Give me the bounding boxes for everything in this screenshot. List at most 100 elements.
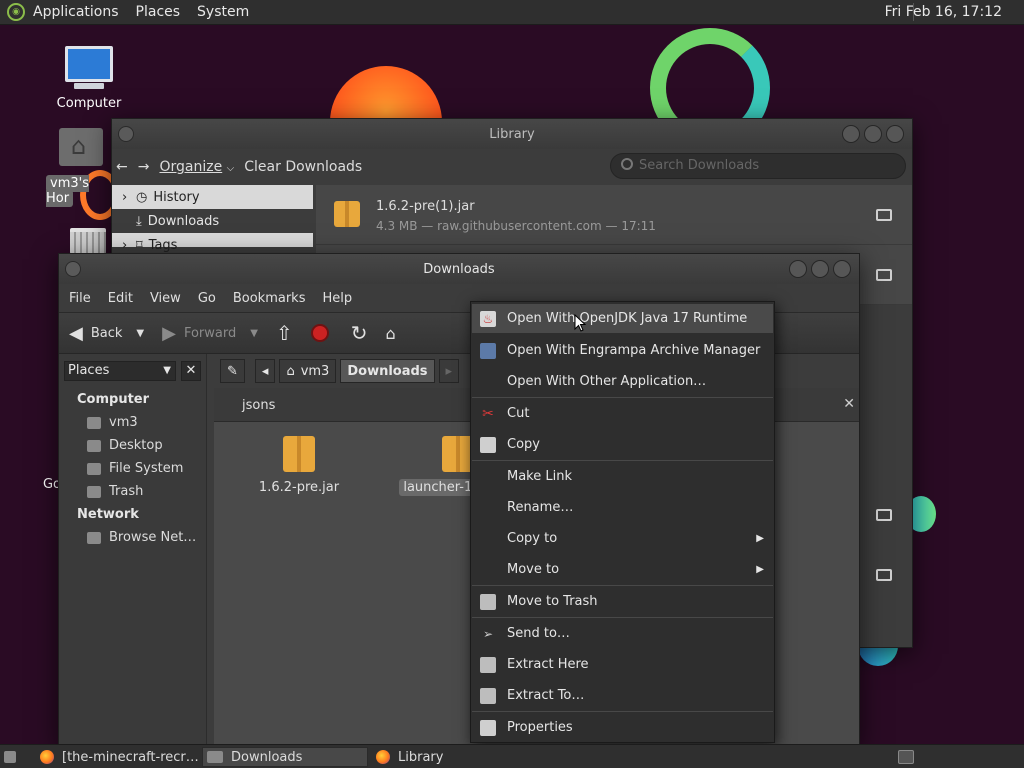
- menu-item-cut[interactable]: ✂ Cut: [472, 399, 773, 428]
- place-item-desktop[interactable]: Desktop: [87, 438, 163, 453]
- open-folder-icon[interactable]: [876, 209, 892, 221]
- close-button[interactable]: [833, 260, 851, 278]
- menu-item-rename[interactable]: Rename…: [472, 493, 773, 522]
- menu-separator: [472, 460, 773, 461]
- edit-location-icon[interactable]: ✎: [220, 359, 245, 383]
- open-folder-icon[interactable]: [876, 509, 892, 521]
- sidebar-type-select[interactable]: Places ▼: [64, 361, 176, 381]
- place-item-vm3[interactable]: vm3: [87, 415, 138, 430]
- search-downloads-input[interactable]: Search Downloads: [610, 153, 906, 179]
- taskbar-item-downloads[interactable]: Downloads: [202, 747, 368, 767]
- menu-item-open-with-other[interactable]: Open With Other Application…: [472, 367, 773, 396]
- system-menu[interactable]: System: [197, 4, 249, 20]
- places-menu[interactable]: Places: [136, 4, 181, 20]
- sidebar-item-label: History: [153, 189, 200, 205]
- organize-button[interactable]: Organize ⌵: [159, 159, 234, 175]
- menu-item-copy[interactable]: Copy: [472, 430, 773, 459]
- show-desktop-icon: [4, 751, 16, 763]
- menu-view[interactable]: View: [150, 291, 181, 306]
- jar-package-icon: [334, 201, 360, 227]
- window-menu-icon[interactable]: [118, 126, 134, 142]
- applications-menu[interactable]: Applications: [33, 4, 119, 20]
- download-meta: 4.3 MB — raw.githubusercontent.com — 17:…: [376, 219, 656, 233]
- home-icon[interactable]: ⌂: [385, 324, 395, 343]
- workspace-switcher[interactable]: [894, 747, 922, 767]
- path-crumb-vm3[interactable]: ⌂ vm3: [279, 359, 337, 383]
- menu-item-open-with-java[interactable]: ♨ Open With OpenJDK Java 17 Runtime: [472, 304, 773, 333]
- up-arrow-icon[interactable]: ⇧: [276, 321, 293, 345]
- menu-item-label: Open With Other Application…: [507, 374, 707, 389]
- properties-icon: [480, 719, 496, 736]
- menu-item-send-to[interactable]: ➢ Send to…: [472, 619, 773, 648]
- menu-item-label: Properties: [507, 720, 573, 735]
- chevron-down-icon[interactable]: ▼: [250, 328, 258, 339]
- minimize-button[interactable]: [842, 125, 860, 143]
- menu-edit[interactable]: Edit: [108, 291, 133, 306]
- menu-item-label: Copy to: [507, 531, 558, 546]
- stop-icon[interactable]: [310, 324, 329, 342]
- download-row[interactable]: 1.6.2-pre(1).jar 4.3 MB — raw.githubuser…: [316, 185, 912, 245]
- place-item-browse-network[interactable]: Browse Net…: [87, 530, 196, 545]
- clock[interactable]: Fri Feb 16, 17:12: [885, 4, 1002, 20]
- back-arrow-icon[interactable]: ←: [116, 159, 128, 175]
- menu-file[interactable]: File: [69, 291, 91, 306]
- show-desktop-button[interactable]: [2, 747, 24, 767]
- desktop-icon-home[interactable]: vm3's Hor: [46, 128, 116, 207]
- menu-bookmarks[interactable]: Bookmarks: [233, 291, 306, 306]
- menu-item-extract-to[interactable]: Extract To…: [472, 681, 773, 710]
- chevron-down-icon[interactable]: ▼: [136, 328, 144, 339]
- maximize-button[interactable]: [811, 260, 829, 278]
- place-item-trash[interactable]: Trash: [87, 484, 143, 499]
- search-icon: [621, 158, 633, 170]
- copy-icon: [480, 436, 496, 453]
- library-titlebar[interactable]: Library: [112, 119, 912, 149]
- desktop-folder-icon: [87, 439, 101, 452]
- menu-item-label: Open With Engrampa Archive Manager: [507, 343, 761, 358]
- path-crumb-downloads[interactable]: Downloads: [340, 359, 435, 383]
- chevron-right-icon[interactable]: ▸: [438, 359, 460, 383]
- menu-item-open-with-engrampa[interactable]: Open With Engrampa Archive Manager: [472, 336, 773, 365]
- drive-icon: [87, 462, 101, 475]
- forward-arrow-icon[interactable]: →: [138, 159, 150, 175]
- menu-item-move-to[interactable]: Move to ▶: [472, 555, 773, 584]
- window-menu-icon[interactable]: [65, 261, 81, 277]
- home-folder-icon: [87, 416, 101, 429]
- menu-item-extract-here[interactable]: Extract Here: [472, 650, 773, 679]
- place-item-filesystem[interactable]: File System: [87, 461, 183, 476]
- back-button[interactable]: ◀ Back ▼: [69, 323, 144, 344]
- open-folder-icon[interactable]: [876, 269, 892, 281]
- maximize-button[interactable]: [864, 125, 882, 143]
- menu-item-move-to-trash[interactable]: Move to Trash: [472, 587, 773, 616]
- menu-item-label: Cut: [507, 406, 530, 421]
- menu-go[interactable]: Go: [198, 291, 216, 306]
- top-panel: ◉ Applications Places System Fri Feb 16,…: [0, 0, 1024, 25]
- clear-downloads-button[interactable]: Clear Downloads: [244, 159, 362, 175]
- mouse-cursor-icon: [574, 314, 586, 332]
- menu-item-copy-to[interactable]: Copy to ▶: [472, 524, 773, 553]
- minimize-button[interactable]: [789, 260, 807, 278]
- task-label: Library: [398, 749, 444, 765]
- library-sidebar: › ◷ History ⤓ Downloads › ⌑ Tags: [112, 185, 313, 253]
- download-icon: ⤓: [136, 213, 142, 229]
- crumb-label: vm3: [300, 363, 330, 379]
- close-button[interactable]: [886, 125, 904, 143]
- forward-button[interactable]: ▶ Forward ▼: [162, 323, 258, 344]
- sidebar-item-history[interactable]: › ◷ History: [112, 185, 313, 209]
- taskbar-item-library[interactable]: Library: [372, 747, 536, 767]
- menu-help[interactable]: Help: [322, 291, 352, 306]
- taskbar-item-minecraft[interactable]: [the-minecraft-recr…: [36, 747, 200, 767]
- mate-logo-icon[interactable]: ◉: [7, 3, 25, 21]
- desktop-icon-computer[interactable]: Computer: [50, 46, 128, 111]
- file-item[interactable]: 1.6.2-pre.jar: [254, 436, 344, 495]
- place-label: Desktop: [109, 438, 163, 453]
- reload-icon[interactable]: ↻: [351, 321, 368, 345]
- downloads-titlebar[interactable]: Downloads: [59, 254, 859, 284]
- menu-item-make-link[interactable]: Make Link: [472, 462, 773, 491]
- close-sidebar-button[interactable]: ✕: [181, 361, 201, 381]
- open-folder-icon[interactable]: [876, 569, 892, 581]
- close-tab-icon[interactable]: ✕: [843, 396, 855, 412]
- tab-jsons[interactable]: jsons: [242, 398, 275, 413]
- menu-item-properties[interactable]: Properties: [472, 713, 773, 742]
- sidebar-item-downloads[interactable]: ⤓ Downloads: [112, 209, 313, 233]
- chevron-left-icon[interactable]: ◂: [254, 359, 276, 383]
